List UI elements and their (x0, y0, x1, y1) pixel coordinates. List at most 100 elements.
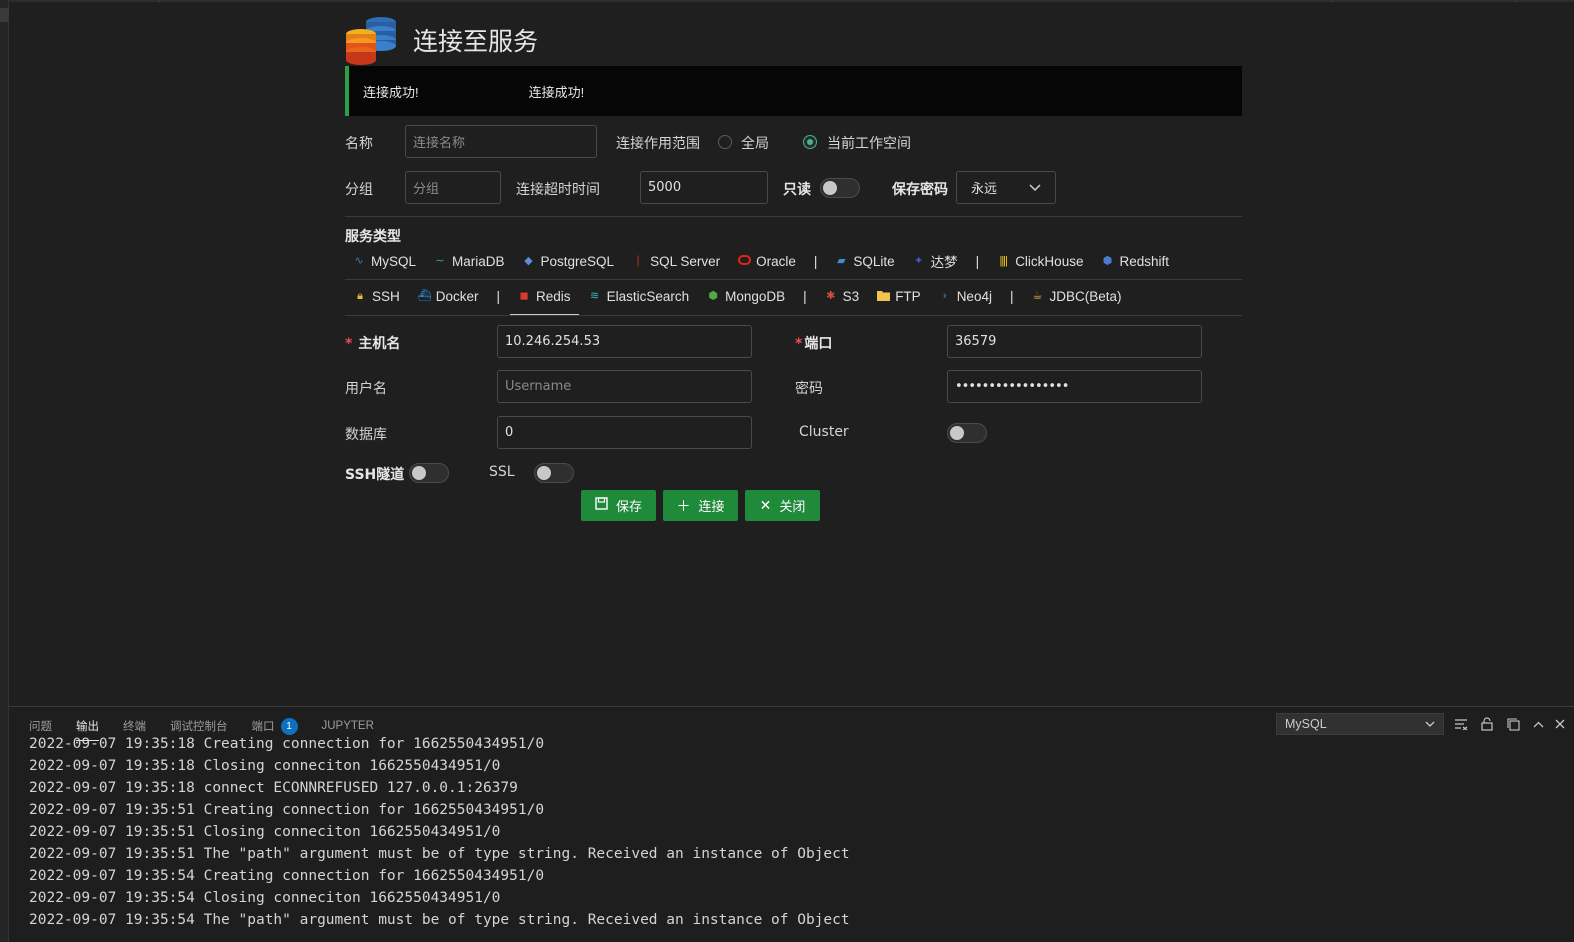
service-mysql[interactable]: ∿ MySQL (353, 246, 416, 276)
service-ssh[interactable]: 🔒︎ SSH (354, 281, 400, 311)
separator: | (1009, 288, 1014, 304)
sqlite-icon: ▰ (837, 255, 846, 267)
cluster-toggle[interactable] (947, 423, 987, 443)
service-oracle[interactable]: Oracle (738, 246, 796, 276)
readonly-label: 只读 (783, 182, 811, 198)
service-redis[interactable]: ◼ Redis (510, 281, 579, 316)
log-lines: 2022-09-07 19:35:18 Creating connection … (29, 735, 850, 931)
maximize-panel-icon[interactable] (1529, 715, 1547, 733)
ssh-tunnel-label: SSH隧道 (345, 467, 405, 483)
separator: | (803, 288, 807, 304)
bottom-panel: 问题 输出 终端 调试控制台 端口 1 JUPYTER MySQL 2022-09… (9, 706, 1574, 942)
close-icon: ✕ (759, 497, 772, 514)
chevron-down-icon (1029, 183, 1041, 191)
tab-jupyter[interactable]: JUPYTER (322, 715, 374, 737)
folder-icon (877, 290, 891, 302)
password-label: 密码 (795, 381, 823, 397)
tab-output[interactable]: 输出 (76, 715, 99, 741)
oracle-icon (738, 255, 752, 267)
sqlserver-icon: ❘ (633, 255, 643, 267)
tab-terminal[interactable]: 终端 (123, 715, 146, 737)
save-icon (595, 497, 608, 514)
ssl-toggle[interactable] (534, 463, 574, 483)
name-input[interactable]: 连接名称 (405, 125, 597, 158)
log-line: 2022-09-07 19:35:54 The "path" argument … (29, 912, 850, 928)
service-sqlserver[interactable]: ❘ SQL Server (632, 246, 720, 276)
page-title: 连接至服务 (413, 27, 539, 56)
lock-scroll-icon[interactable] (1478, 715, 1496, 733)
database-input[interactable]: 0 (497, 416, 752, 449)
service-postgresql[interactable]: ◆ PostgreSQL (523, 246, 614, 276)
log-line: 2022-09-07 19:35:51 Closing conneciton 1… (29, 824, 501, 840)
tab-debug-console[interactable]: 调试控制台 (170, 715, 228, 737)
output-channel-select[interactable]: MySQL (1276, 713, 1444, 735)
group-label: 分组 (345, 182, 373, 198)
divider (345, 279, 1242, 280)
password-input[interactable]: ••••••••••••••••• (947, 370, 1202, 403)
name-label: 名称 (345, 136, 373, 152)
service-s3[interactable]: ✱ S3 (825, 281, 859, 311)
lock-icon: 🔒︎ (357, 290, 363, 302)
mongodb-icon: ⬢ (708, 290, 718, 302)
database-logo-icon (345, 14, 397, 66)
scope-global-radio[interactable] (718, 135, 732, 149)
save-password-value: 永远 (971, 181, 998, 196)
timeout-input[interactable]: 5000 (640, 171, 768, 204)
service-dameng[interactable]: ✦ 达梦 (913, 246, 958, 276)
port-input[interactable]: 36579 (947, 325, 1202, 358)
panel-tabs: 问题 输出 终端 调试控制台 端口 1 JUPYTER (29, 715, 398, 741)
connect-button[interactable]: ＋ 连接 (663, 490, 738, 521)
tab-problems[interactable]: 问题 (29, 715, 52, 737)
alert-message: 连接成功! (528, 84, 585, 100)
log-line: 2022-09-07 19:35:18 Closing conneciton 1… (29, 758, 501, 774)
ports-badge: 1 (280, 717, 298, 735)
separator: | (813, 253, 818, 269)
clear-output-icon[interactable] (1452, 715, 1470, 733)
java-icon: ☕︎ (1032, 290, 1043, 302)
success-alert: 连接成功! 连接成功! (345, 66, 1242, 116)
host-label: * 主机名 (345, 336, 401, 352)
group-input[interactable]: 分组 (405, 171, 501, 204)
scope-workspace-radio[interactable] (803, 135, 817, 149)
scope-workspace-label: 当前工作空间 (827, 136, 911, 152)
log-line: 2022-09-07 19:35:51 Creating connection … (29, 802, 545, 818)
ssl-label: SSL (489, 464, 515, 480)
timeout-label: 连接超时时间 (516, 182, 600, 198)
chevron-down-icon (1425, 721, 1435, 727)
copy-icon[interactable] (1504, 715, 1522, 733)
service-neo4j[interactable]: › Neo4j (939, 281, 992, 311)
cluster-label: Cluster (799, 424, 849, 440)
service-elasticsearch[interactable]: ≋ ElasticSearch (589, 281, 689, 311)
username-input[interactable]: Username (497, 370, 752, 403)
log-line: 2022-09-07 19:35:54 Creating connection … (29, 868, 545, 884)
divider (345, 315, 1242, 316)
clickhouse-icon: |||| (999, 255, 1007, 267)
tab-ports[interactable]: 端口 1 (252, 715, 298, 737)
service-sqlite[interactable]: ▰ SQLite (835, 246, 895, 276)
service-mariadb[interactable]: ∼ MariaDB (434, 246, 504, 276)
service-ftp[interactable]: FTP (877, 281, 921, 311)
service-docker[interactable]: ⛴︎ Docker (418, 281, 479, 311)
service-row-1: ∿ MySQL ∼ MariaDB ◆ PostgreSQL ❘ SQL Server … (353, 246, 1187, 276)
mariadb-icon: ∼ (435, 255, 445, 267)
service-row-2: 🔒︎ SSH ⛴︎ Docker | ◼ Redis ≋ ElasticSearch ⬢… (354, 281, 1140, 316)
log-line: 2022-09-07 19:35:18 connect ECONNREFUSED… (29, 780, 518, 796)
docker-icon: ⛴︎ (417, 290, 432, 302)
service-type-label: 服务类型 (345, 229, 401, 245)
dameng-icon: ✦ (914, 255, 924, 267)
readonly-toggle[interactable] (820, 178, 860, 198)
save-password-select[interactable]: 永远 (956, 171, 1056, 204)
host-input[interactable]: 10.246.254.53 (497, 325, 752, 358)
close-button[interactable]: ✕ 关闭 (745, 490, 820, 521)
separator: | (496, 288, 501, 304)
connect-webview: 连接至服务 连接成功! 连接成功! 名称 连接名称 连接作用范围 全局 当前工作… (9, 2, 1574, 706)
database-label: 数据库 (345, 427, 387, 443)
service-jdbc[interactable]: ☕︎ JDBC(Beta) (1031, 281, 1122, 311)
close-panel-icon[interactable] (1551, 715, 1569, 733)
service-redshift[interactable]: ⬢ Redshift (1101, 246, 1169, 276)
mysql-icon: ∿ (354, 255, 364, 267)
service-clickhouse[interactable]: |||| ClickHouse (997, 246, 1083, 276)
service-mongodb[interactable]: ⬢ MongoDB (707, 281, 785, 311)
save-button[interactable]: 保存 (581, 490, 656, 521)
ssh-tunnel-toggle[interactable] (409, 463, 449, 483)
